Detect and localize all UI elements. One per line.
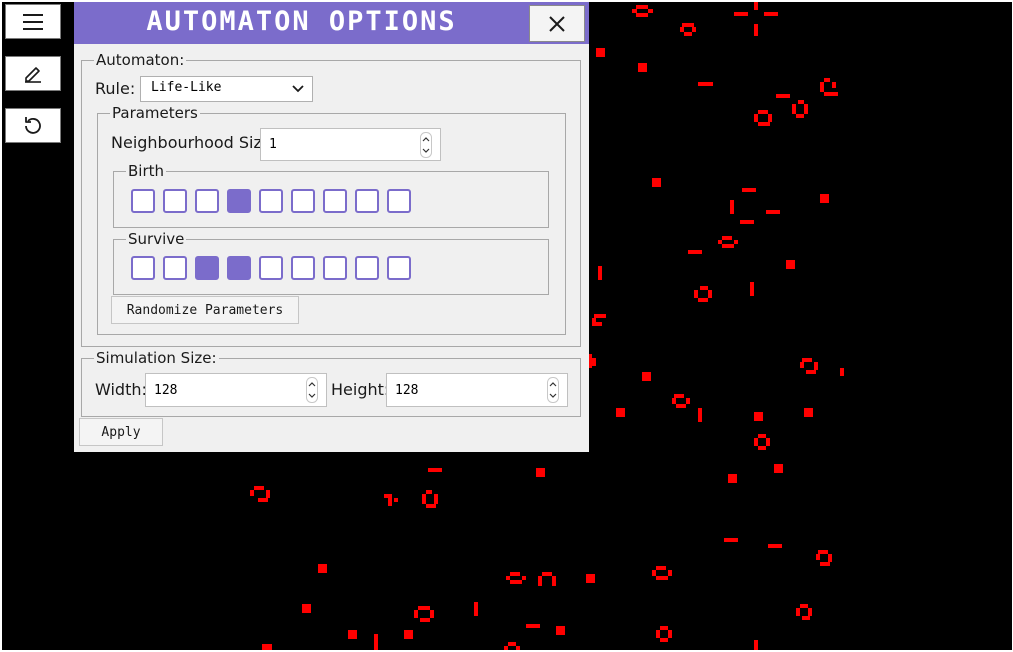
survive-checkbox-7[interactable] (355, 256, 379, 280)
edit-button[interactable] (5, 56, 61, 91)
chevron-down-icon (292, 85, 304, 93)
spinner-arrows-icon[interactable] (547, 377, 559, 403)
apply-button[interactable]: Apply (79, 418, 163, 446)
survive-legend: Survive (128, 230, 185, 248)
birth-checkbox-0[interactable] (131, 189, 155, 213)
birth-checkbox-2[interactable] (195, 189, 219, 213)
menu-button[interactable] (5, 4, 61, 39)
rule-select[interactable]: Life-Like (140, 76, 313, 102)
birth-checkbox-8[interactable] (387, 189, 411, 213)
birth-checkbox-3[interactable] (227, 189, 251, 213)
survive-checkbox-1[interactable] (163, 256, 187, 280)
birth-checkbox-1[interactable] (163, 189, 187, 213)
width-label: Width: (95, 380, 147, 399)
spinner-arrows-icon[interactable] (306, 377, 318, 403)
survive-checkbox-8[interactable] (387, 256, 411, 280)
birth-checkbox-5[interactable] (291, 189, 315, 213)
panel-title: AUTOMATON OPTIONS (146, 6, 457, 37)
parameters-legend: Parameters (112, 104, 198, 122)
rule-label: Rule: (95, 79, 136, 98)
hamburger-menu-icon (23, 13, 43, 30)
simulation-size-legend: Simulation Size: (96, 349, 217, 367)
neighbourhood-label: Neighbourhood Size: (111, 133, 278, 152)
pencil-icon (25, 66, 41, 83)
birth-checkbox-6[interactable] (323, 189, 347, 213)
height-value: 128 (395, 383, 419, 398)
reset-button[interactable] (5, 108, 61, 143)
survive-checkbox-4[interactable] (259, 256, 283, 280)
birth-checkbox-7[interactable] (355, 189, 379, 213)
survive-checkbox-3[interactable] (227, 256, 251, 280)
survive-checkbox-0[interactable] (131, 256, 155, 280)
randomize-parameters-button[interactable]: Randomize Parameters (111, 296, 299, 324)
height-label: Height: (331, 380, 390, 399)
close-button[interactable] (529, 5, 585, 42)
survive-checkbox-5[interactable] (291, 256, 315, 280)
height-input[interactable]: 128 (386, 373, 568, 407)
neighbourhood-size-value: 1 (269, 137, 277, 152)
width-value: 128 (154, 383, 178, 398)
survive-checkbox-6[interactable] (323, 256, 347, 280)
automaton-legend: Automaton: (96, 51, 185, 69)
spinner-arrows-icon[interactable] (420, 132, 432, 158)
birth-legend: Birth (128, 162, 165, 180)
close-x-icon (549, 15, 565, 32)
rule-select-value: Life-Like (151, 80, 222, 95)
birth-checkbox-4[interactable] (259, 189, 283, 213)
automaton-options-panel: AUTOMATON OPTIONS Automaton: Rule: Life-… (74, 2, 589, 452)
panel-header: AUTOMATON OPTIONS (74, 2, 589, 44)
rotate-ccw-icon (25, 116, 41, 134)
neighbourhood-size-input[interactable]: 1 (260, 128, 441, 161)
survive-checkbox-2[interactable] (195, 256, 219, 280)
width-input[interactable]: 128 (145, 373, 327, 407)
